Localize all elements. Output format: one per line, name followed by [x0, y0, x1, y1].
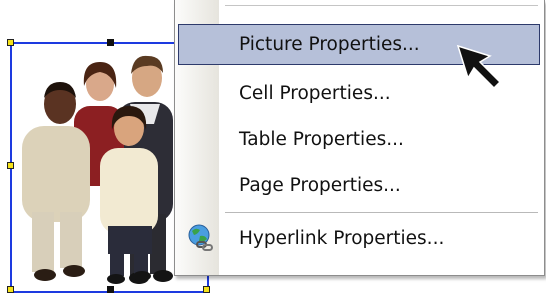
- menu-item-label: Picture Properties...: [239, 34, 420, 55]
- mouse-cursor-icon: [456, 44, 502, 90]
- menu-item-label: Page Properties...: [239, 175, 401, 196]
- menu-item-table-properties[interactable]: Table Properties...: [178, 119, 540, 160]
- resize-handle-bottom-left[interactable]: [7, 286, 14, 293]
- resize-handle-top[interactable]: [107, 39, 114, 46]
- menu-item-label: Table Properties...: [239, 129, 404, 150]
- resize-handle-bottom-right[interactable]: [203, 286, 210, 293]
- globe-link-icon: [188, 224, 213, 251]
- context-menu: Picture Properties... Cell Properties...…: [174, 0, 545, 276]
- menu-item-label: Cell Properties...: [239, 83, 391, 104]
- resize-handle-left[interactable]: [7, 162, 14, 169]
- menu-separator: [225, 212, 538, 213]
- menu-item-page-properties[interactable]: Page Properties...: [178, 165, 540, 206]
- resize-handle-bottom[interactable]: [107, 286, 114, 293]
- resize-handle-top-left[interactable]: [7, 39, 14, 46]
- menu-item-label: Hyperlink Properties...: [239, 228, 445, 249]
- menu-item-hyperlink-properties[interactable]: Hyperlink Properties...: [178, 218, 540, 259]
- menu-top-separator: [225, 5, 538, 6]
